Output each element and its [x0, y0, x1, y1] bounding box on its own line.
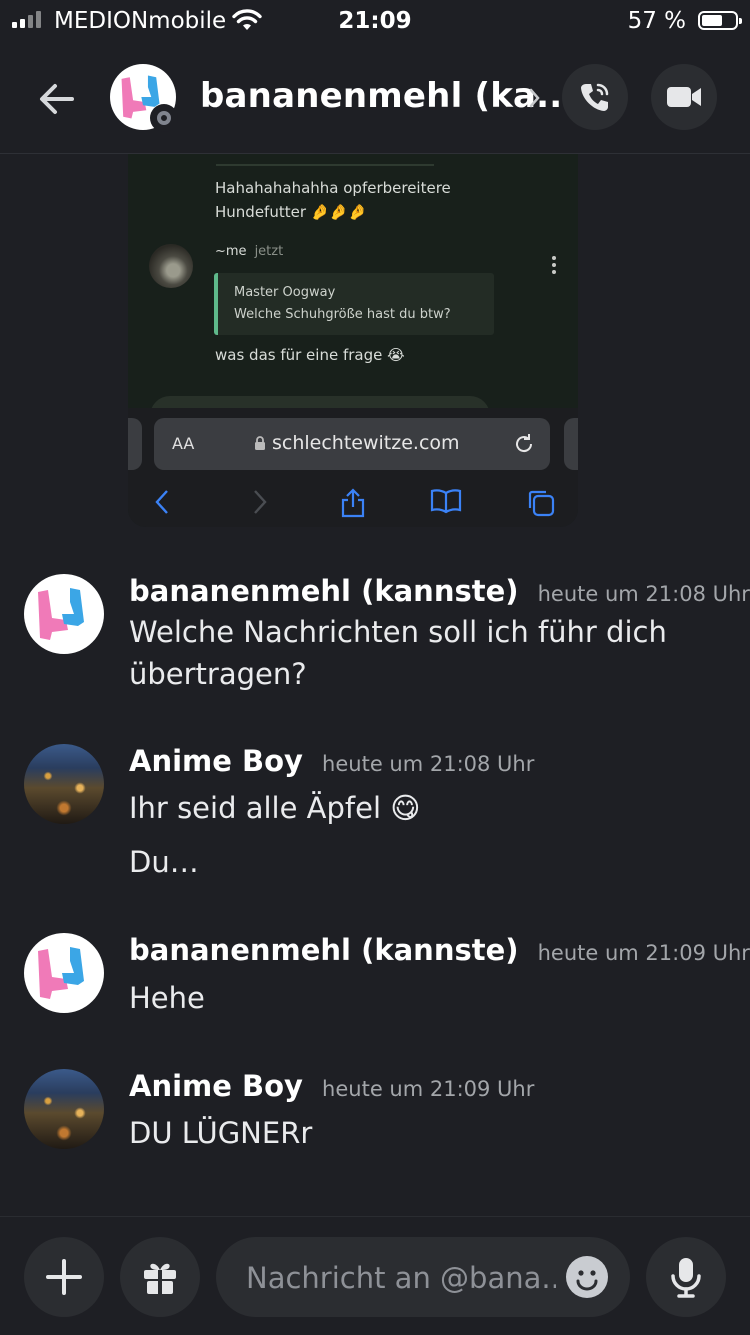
tabs-icon: [526, 488, 556, 522]
phone-icon: [581, 83, 609, 111]
message-input[interactable]: [244, 1237, 558, 1319]
add-attachment-button[interactable]: [24, 1237, 104, 1317]
browser-forward-icon: [252, 488, 268, 520]
microphone-icon: [671, 1258, 701, 1298]
battery-percentage: 57 %: [627, 8, 686, 34]
message-timestamp: heute um 21:08 Uhr: [322, 752, 535, 776]
embedded-author: ~me jetzt: [215, 244, 284, 259]
voice-message-button[interactable]: [646, 1237, 726, 1317]
avatar[interactable]: [24, 574, 104, 654]
message-author[interactable]: Anime Boy: [129, 744, 303, 778]
more-options-icon: [552, 256, 556, 277]
lock-icon: [255, 435, 265, 450]
message-input-field[interactable]: [216, 1237, 630, 1319]
chevron-right-icon[interactable]: [526, 86, 542, 114]
image-attachment[interactable]: Hahahahahahha opferbereitere Hundefutter…: [128, 154, 578, 527]
battery-icon: [698, 11, 742, 30]
message-author[interactable]: Anime Boy: [129, 1069, 303, 1103]
embedded-avatar: [149, 244, 193, 288]
embedded-reply-text: was das für eine frage 😭: [215, 346, 405, 364]
message-text: DU LÜGNERr: [129, 1116, 313, 1150]
message-text: Ihr seid alle Äpfel 😋: [129, 791, 421, 825]
avatar[interactable]: [24, 1069, 104, 1149]
message-text: Du…: [129, 845, 199, 879]
embedded-message-text: Hahahahahahha opferbereitere Hundefutter…: [215, 179, 451, 221]
message-timestamp: heute um 21:08 Uhr: [537, 582, 750, 606]
voice-call-button[interactable]: [562, 64, 628, 130]
chat-title[interactable]: bananenmehl (ka...: [200, 76, 576, 116]
plus-icon: [46, 1259, 82, 1295]
avatar[interactable]: [24, 933, 104, 1013]
chat-header: bananenmehl (ka...: [0, 56, 750, 146]
message-composer: [0, 1216, 750, 1335]
emoji-icon[interactable]: [566, 1256, 608, 1298]
video-camera-icon: [667, 87, 701, 107]
avatar[interactable]: [24, 744, 104, 824]
gift-button[interactable]: [120, 1237, 200, 1317]
video-call-button[interactable]: [651, 64, 717, 130]
message-text: Hehe: [129, 981, 205, 1015]
offline-status-indicator: [150, 104, 178, 132]
embedded-browser-bar: AA schlechtewitze.com: [128, 408, 578, 527]
url-text: schlechtewitze.com: [254, 432, 460, 454]
text-size-label: AA: [172, 434, 195, 453]
message-text: Welche Nachrichten soll ich führ dich üb…: [129, 615, 667, 691]
message-author[interactable]: bananenmehl (kannste): [129, 933, 519, 967]
message-timestamp: heute um 21:09 Uhr: [322, 1077, 535, 1101]
bookmarks-icon: [430, 488, 462, 518]
gift-icon: [144, 1263, 176, 1294]
arrow-left-icon[interactable]: [34, 76, 80, 122]
message-timestamp: heute um 21:09 Uhr: [537, 941, 750, 965]
reload-icon: [512, 432, 536, 460]
browser-back-icon: [154, 488, 170, 520]
status-bar: MEDIONmobile 21:09 57 %: [0, 0, 750, 44]
message-author[interactable]: bananenmehl (kannste): [129, 574, 519, 608]
embedded-quote: Master Oogway Welche Schuhgröße hast du …: [214, 273, 494, 335]
share-icon: [340, 488, 366, 522]
